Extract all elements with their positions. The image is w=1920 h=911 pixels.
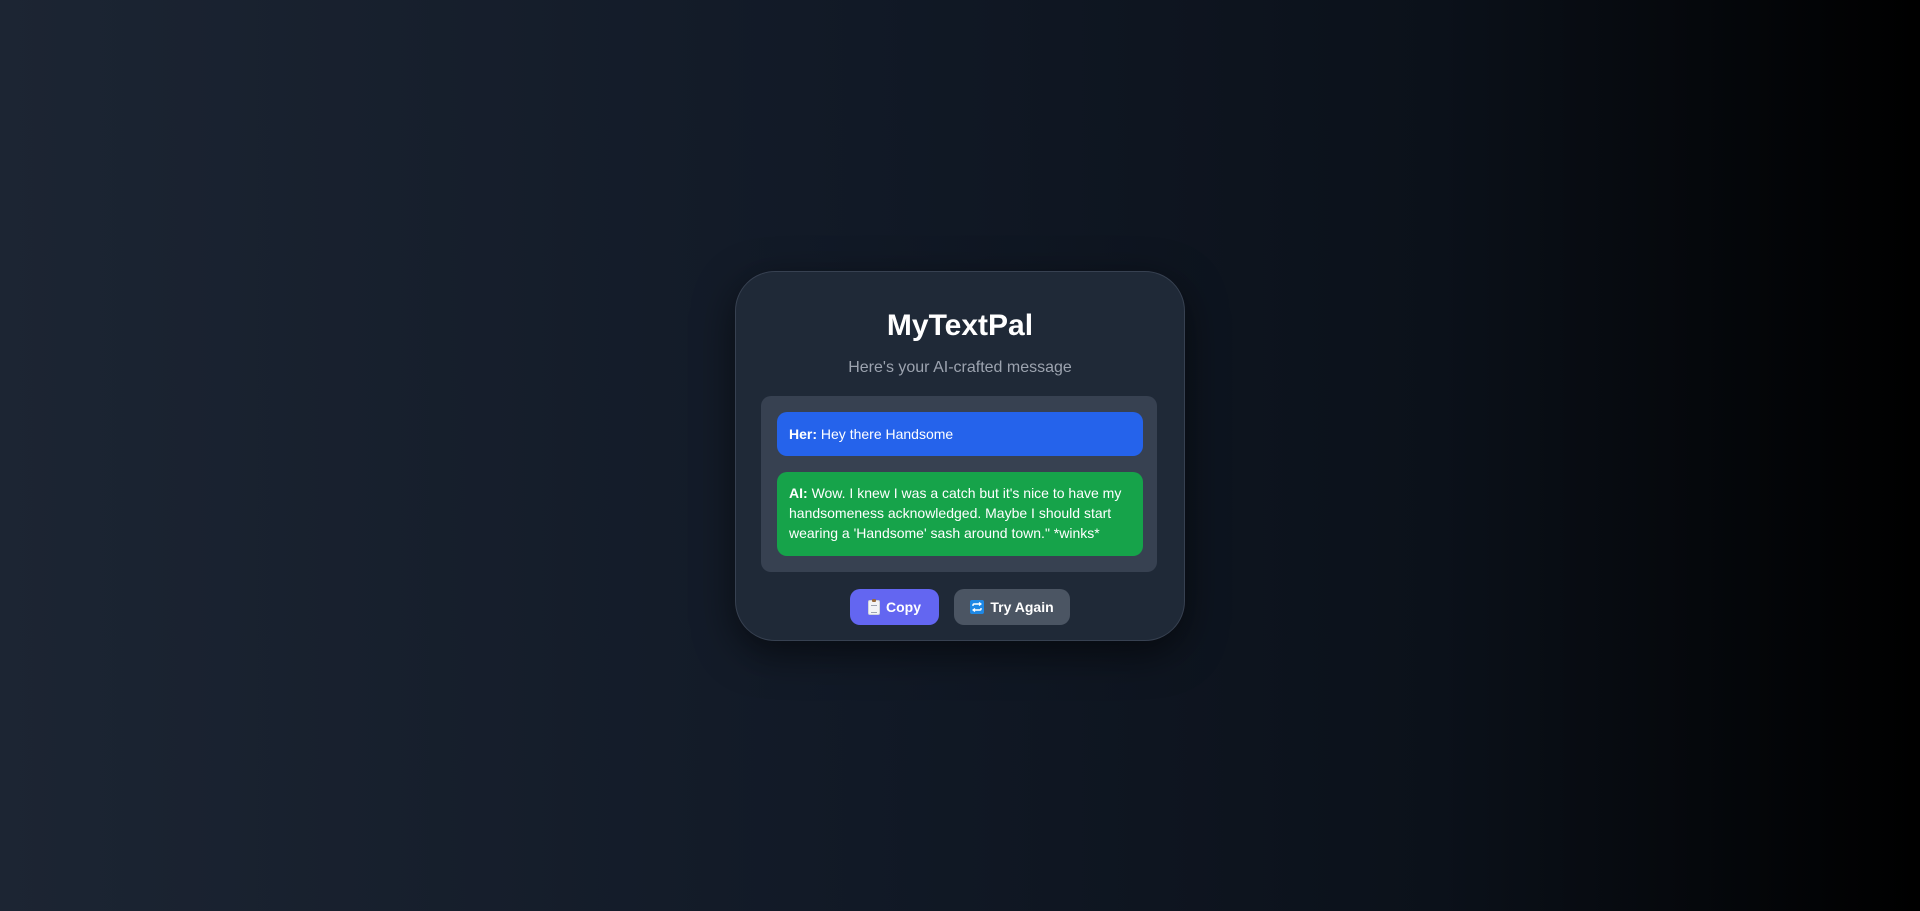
try-again-button-label: Try Again	[990, 599, 1054, 615]
try-again-button[interactable]: Try Again	[954, 589, 1070, 625]
ai-message-bubble: AI: Wow. I knew I was a catch but it's n…	[777, 472, 1143, 556]
page-subtitle: Here's your AI-crafted message	[848, 359, 1072, 376]
her-message-bubble: Her: Hey there Handsome	[777, 412, 1143, 456]
her-speaker-label: Her:	[789, 426, 818, 442]
conversation-panel: Her: Hey there Handsome AI: Wow. I knew …	[761, 396, 1157, 572]
her-message-text: Hey there Handsome	[820, 426, 954, 442]
repeat-icon	[970, 600, 985, 614]
copy-button-label: Copy	[886, 599, 921, 615]
app-title: MyTextPal	[886, 309, 1034, 342]
copy-button[interactable]: Copy	[850, 589, 939, 625]
clipboard-icon	[868, 598, 880, 615]
message-card: MyTextPal Here's your AI-crafted message…	[735, 271, 1185, 641]
ai-message-text: Wow. I knew I was a catch but it's nice …	[789, 485, 1122, 541]
ai-speaker-label: AI:	[789, 485, 808, 501]
